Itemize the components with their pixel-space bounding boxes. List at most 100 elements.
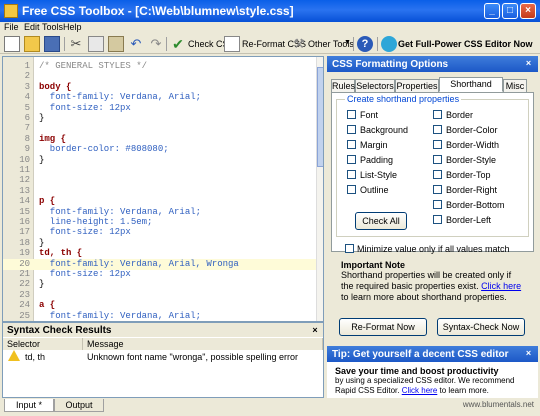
tools-icon[interactable]: ⚒ [291,36,307,52]
shorthand-checkbox[interactable] [433,140,442,149]
maximize-button[interactable]: □ [502,3,518,19]
code-text[interactable]: a { [39,300,55,311]
code-line[interactable]: 2 [3,71,323,82]
shorthand-checkbox[interactable] [347,155,356,164]
tab-selectors[interactable]: Selectors [355,79,395,92]
col-selector[interactable]: Selector [3,338,83,350]
code-text[interactable]: font-family: Verdana, Arial; [39,207,201,218]
code-line[interactable]: 6} [3,113,323,124]
redo-icon[interactable]: ↷ [148,36,164,52]
shorthand-checkbox[interactable] [347,170,356,179]
editor-scrollbar[interactable] [316,57,323,321]
code-text[interactable]: } [39,238,44,249]
chevron-down-icon[interactable]: ▼ [344,39,351,46]
code-text[interactable]: /* GENERAL STYLES */ [39,61,147,72]
help-icon[interactable]: ? [357,36,373,52]
close-icon[interactable]: × [310,325,320,335]
tip-link[interactable]: Click here [402,386,438,395]
tab-misc[interactable]: Misc [503,79,527,92]
editor-promo-icon[interactable] [381,36,397,52]
code-line[interactable]: 11 [3,165,323,176]
shorthand-checkbox[interactable] [347,140,356,149]
code-line[interactable]: 1 /* GENERAL STYLES */ [3,61,323,72]
code-text[interactable]: border-color: #808080; [39,144,169,155]
code-line[interactable]: 13 [3,186,323,197]
cut-icon[interactable]: ✂ [68,36,84,52]
check-all-button[interactable]: Check All [355,212,407,230]
shorthand-checkbox[interactable] [433,125,442,134]
minimize-checkbox[interactable] [345,244,354,253]
code-line[interactable]: 22} [3,279,323,290]
reformat-now-button[interactable]: Re-Format Now [339,318,427,336]
result-selector[interactable]: td, th [25,352,45,362]
code-line[interactable]: 16 line-height: 1.5em; [3,217,323,228]
shorthand-checkbox[interactable] [347,110,356,119]
shorthand-checkbox[interactable] [347,125,356,134]
result-message[interactable]: Unknown font name "wronga", possible spe… [87,352,298,362]
open-folder-icon[interactable] [24,36,40,52]
paste-icon[interactable] [108,36,124,52]
code-text[interactable]: font-size: 12px [39,227,131,238]
code-line[interactable]: 12 [3,175,323,186]
footer-url[interactable]: www.blumentals.net [327,400,538,412]
code-text[interactable]: font-family: Verdana, Arial, Wronga [39,259,239,270]
code-text[interactable]: font-family: Verdana, Arial; [39,92,201,103]
code-text[interactable]: body { [39,82,71,93]
code-text[interactable]: line-height: 1.5em; [39,217,153,228]
tab-output[interactable]: Output [54,399,104,412]
save-icon[interactable] [44,36,60,52]
code-text[interactable]: font-size: 12px [39,269,131,280]
code-line[interactable]: 23 [3,290,323,301]
code-line[interactable]: 10} [3,155,323,166]
code-line[interactable]: 14 p { [3,196,323,207]
code-line[interactable]: 7 [3,123,323,134]
menu-tools[interactable]: Tools [42,22,63,32]
tab-shorthand[interactable]: Shorthand Prop. [439,77,503,101]
code-line[interactable]: 8 img { [3,134,323,145]
code-line[interactable]: 17 font-size: 12px [3,227,323,238]
code-editor[interactable]: 1/* GENERAL STYLES */2 3 body {4 font-fami… [2,56,324,322]
code-text[interactable]: } [39,113,44,124]
code-line[interactable]: 24 a { [3,300,323,311]
minimize-button[interactable]: _ [484,3,500,19]
shorthand-checkbox[interactable] [433,155,442,164]
shorthand-checkbox[interactable] [433,215,442,224]
code-line[interactable]: 18} [3,238,323,249]
code-line[interactable]: 9 border-color: #808080; [3,144,323,155]
code-text[interactable]: p { [39,196,55,207]
scrollbar-thumb[interactable] [317,67,323,167]
check-icon[interactable]: ✔ [170,36,186,52]
shorthand-checkbox[interactable] [433,185,442,194]
code-text[interactable]: img { [39,134,66,145]
code-line[interactable]: 20 font-family: Verdana, Arial, Wronga [3,258,323,270]
close-icon[interactable]: × [523,348,534,359]
code-line[interactable]: 15 font-family: Verdana, Arial; [3,207,323,218]
code-line[interactable]: 25 font-family: Verdana, Arial; [3,311,323,321]
code-text[interactable]: font-family: Verdana, Arial; [39,311,201,321]
code-line[interactable]: 3 body { [3,82,323,93]
tab-rules[interactable]: Rules [331,79,355,92]
new-file-icon[interactable] [4,36,20,52]
menu-file[interactable]: File [4,22,19,32]
shorthand-checkbox[interactable] [433,110,442,119]
tab-properties[interactable]: Properties [395,79,439,92]
copy-icon[interactable] [88,36,104,52]
code-text[interactable]: td, th { [39,248,82,259]
shorthand-checkbox[interactable] [347,185,356,194]
menu-edit[interactable]: Edit [24,22,40,32]
menu-help[interactable]: Help [63,22,82,32]
close-icon[interactable]: × [523,58,534,69]
code-text[interactable]: } [39,155,44,166]
code-text[interactable]: } [39,279,44,290]
tab-input[interactable]: Input * [4,399,54,412]
code-line[interactable]: 19 td, th { [3,248,323,259]
close-button[interactable]: × [520,3,536,19]
undo-icon[interactable]: ↶ [128,36,144,52]
code-line[interactable]: 4 font-family: Verdana, Arial; [3,92,323,103]
code-line[interactable]: 5 font-size: 12px [3,103,323,114]
code-text[interactable]: font-size: 12px [39,103,131,114]
shorthand-checkbox[interactable] [433,170,442,179]
syntax-check-now-button[interactable]: Syntax-Check Now [437,318,525,336]
col-message[interactable]: Message [83,338,323,350]
reformat-icon[interactable] [224,36,240,52]
